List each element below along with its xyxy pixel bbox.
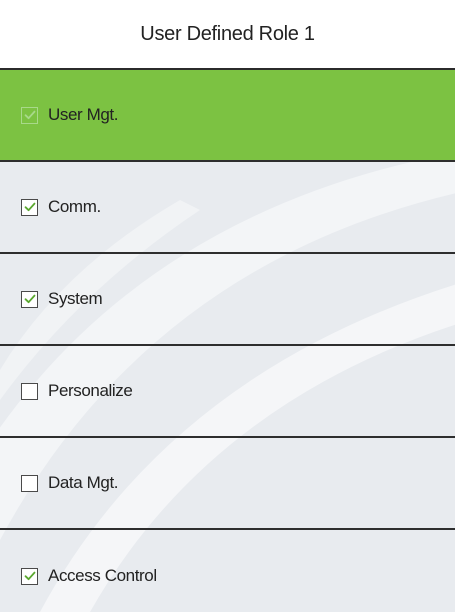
role-item-label: Data Mgt.: [48, 473, 119, 492]
check-mark-icon: [24, 110, 35, 120]
role-item-comm[interactable]: Comm.: [0, 162, 455, 254]
role-item-label: Access Control: [48, 566, 157, 585]
page-title: User Defined Role 1: [140, 22, 315, 45]
role-permission-list: User Mgt. Comm. System Personalize Data …: [0, 70, 455, 612]
checkbox-icon[interactable]: [21, 290, 38, 308]
check-mark-icon: [24, 202, 35, 212]
check-mark-icon: [24, 571, 35, 581]
role-item-label: User Mgt.: [48, 105, 119, 124]
role-item-personalize[interactable]: Personalize: [0, 346, 455, 438]
checkbox-icon[interactable]: [21, 567, 38, 585]
checkbox-icon[interactable]: [21, 106, 38, 124]
role-item-system[interactable]: System: [0, 254, 455, 346]
role-item-access-control[interactable]: Access Control: [0, 530, 455, 612]
role-item-label: Personalize: [48, 381, 133, 400]
role-item-label: Comm.: [48, 197, 101, 216]
role-item-user-mgt[interactable]: User Mgt.: [0, 70, 455, 162]
role-item-data-mgt[interactable]: Data Mgt.: [0, 438, 455, 530]
check-mark-icon: [24, 294, 35, 304]
checkbox-icon[interactable]: [21, 198, 38, 216]
page-header: User Defined Role 1: [0, 0, 455, 70]
role-item-label: System: [48, 289, 103, 308]
screen: User Defined Role 1 User Mgt. Comm. Syst…: [0, 0, 455, 612]
checkbox-icon[interactable]: [21, 382, 38, 400]
checkbox-icon[interactable]: [21, 474, 38, 492]
